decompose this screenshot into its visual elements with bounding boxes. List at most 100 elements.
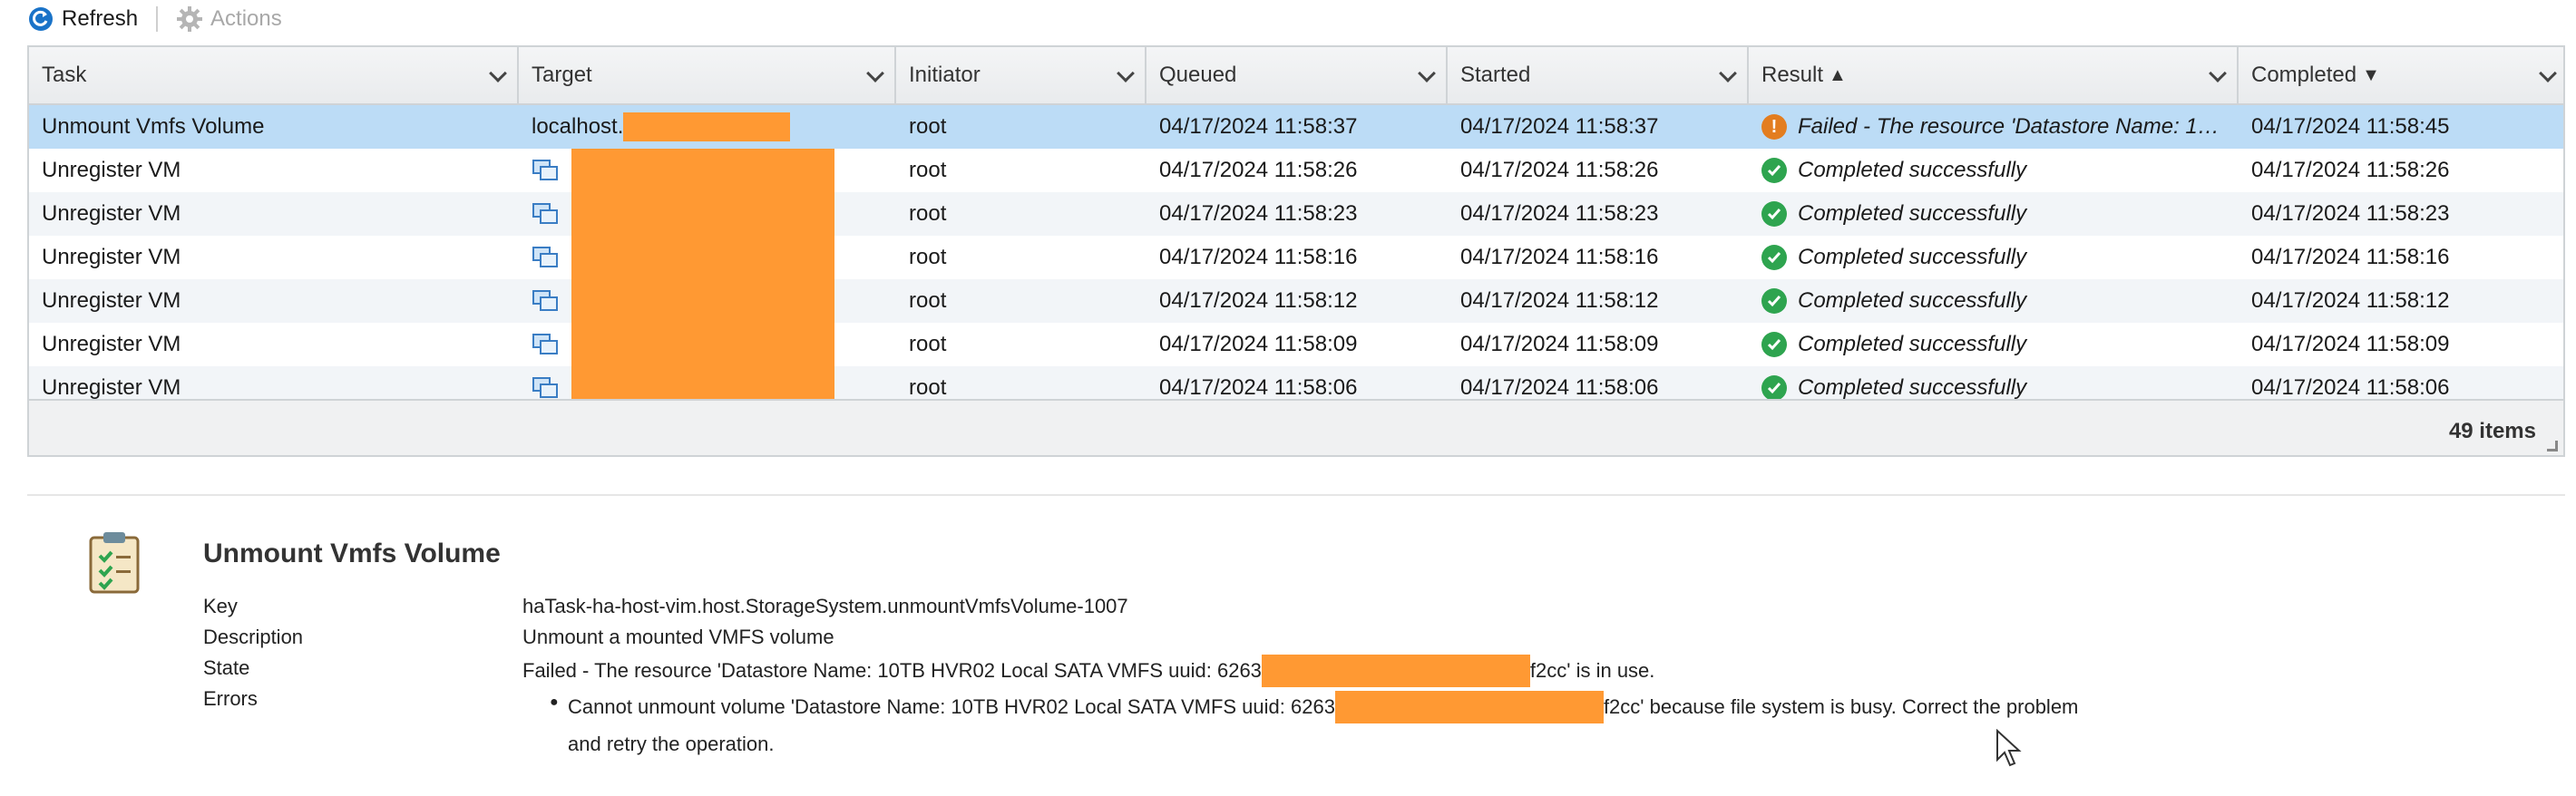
table-row[interactable]: Unregister VM root 04/17/2024 11:58:09 04/1… <box>29 323 2563 366</box>
column-header-started[interactable]: Started <box>1448 47 1749 103</box>
cell-queued: 04/17/2024 11:58:16 <box>1147 236 1448 279</box>
column-header-queued[interactable]: Queued <box>1147 47 1448 103</box>
result-text: Completed successfully <box>1798 375 2027 399</box>
redaction-block <box>571 323 834 366</box>
toolbar-separator <box>156 6 159 32</box>
started-text: 04/17/2024 11:58:12 <box>1460 288 1659 313</box>
success-check-icon <box>1761 158 1787 183</box>
cell-started: 04/17/2024 11:58:06 <box>1448 366 1749 399</box>
cell-initiator: root <box>896 279 1147 323</box>
cell-target <box>519 279 896 323</box>
resize-grip-icon[interactable] <box>2547 441 2558 451</box>
cell-started: 04/17/2024 11:58:16 <box>1448 236 1749 279</box>
chevron-down-icon[interactable] <box>866 64 884 83</box>
actions-button[interactable]: Actions <box>176 5 282 33</box>
redaction-block <box>571 149 834 192</box>
completed-text: 04/17/2024 11:58:45 <box>2251 114 2450 139</box>
queued-text: 04/17/2024 11:58:06 <box>1159 375 1358 399</box>
queued-text: 04/17/2024 11:58:12 <box>1159 288 1358 313</box>
column-header-label: Result <box>1761 63 1824 87</box>
chevron-down-icon[interactable] <box>2539 64 2557 83</box>
chevron-down-icon[interactable] <box>1117 64 1135 83</box>
sort-ascending-icon: ▲ <box>1829 64 1847 85</box>
success-check-icon <box>1761 201 1787 227</box>
cell-started: 04/17/2024 11:58:09 <box>1448 323 1749 366</box>
task-text: Unmount Vmfs Volume <box>42 114 265 139</box>
result-text: Completed successfully <box>1798 201 2027 226</box>
column-header-initiator[interactable]: Initiator <box>896 47 1147 103</box>
detail-key-label: Key <box>203 595 238 617</box>
cell-completed: 04/17/2024 11:58:12 <box>2239 279 2563 323</box>
table-row[interactable]: Unregister VM root 04/17/2024 11:58:06 04/1… <box>29 366 2563 399</box>
vm-icon <box>532 377 558 398</box>
detail-error-item: Cannot unmount volume 'Datastore Name: 1… <box>568 691 2078 723</box>
refresh-icon <box>29 7 53 31</box>
column-header-label: Completed <box>2251 63 2357 87</box>
cell-queued: 04/17/2024 11:58:09 <box>1147 323 1448 366</box>
result-text: Failed - The resource 'Datastore Name: 1… <box>1798 114 2220 139</box>
column-header-label: Queued <box>1159 63 1237 87</box>
cell-completed: 04/17/2024 11:58:26 <box>2239 149 2563 192</box>
detail-state-value: Failed - The resource 'Datastore Name: 1… <box>522 655 1654 687</box>
cell-task: Unregister VM <box>29 149 519 192</box>
success-check-icon <box>1761 245 1787 270</box>
table-row[interactable]: Unregister VM root 04/17/2024 11:58:16 04/1… <box>29 236 2563 279</box>
cell-initiator: root <box>896 323 1147 366</box>
cell-completed: 04/17/2024 11:58:23 <box>2239 192 2563 236</box>
initiator-text: root <box>909 375 947 399</box>
completed-text: 04/17/2024 11:58:09 <box>2251 332 2450 356</box>
task-text: Unregister VM <box>42 245 181 269</box>
started-text: 04/17/2024 11:58:23 <box>1460 201 1659 226</box>
initiator-text: root <box>909 245 947 269</box>
result-text: Completed successfully <box>1798 245 2027 269</box>
redaction-block <box>1334 691 1604 723</box>
cell-result: Completed successfully <box>1749 149 2239 192</box>
cell-result: ! Failed - The resource 'Datastore Name: … <box>1749 105 2239 149</box>
vm-icon <box>532 247 558 267</box>
redaction-block <box>623 112 791 141</box>
queued-text: 04/17/2024 11:58:09 <box>1159 332 1358 356</box>
table-row[interactable]: Unregister VM root 04/17/2024 11:58:26 04/1… <box>29 149 2563 192</box>
result-text: Completed successfully <box>1798 158 2027 182</box>
cell-initiator: root <box>896 149 1147 192</box>
redaction-block <box>571 192 834 236</box>
started-text: 04/17/2024 11:58:37 <box>1460 114 1659 139</box>
chevron-down-icon[interactable] <box>1418 64 1436 83</box>
cell-completed: 04/17/2024 11:58:16 <box>2239 236 2563 279</box>
queued-text: 04/17/2024 11:58:23 <box>1159 201 1358 226</box>
mouse-cursor-icon <box>1996 729 2022 767</box>
cell-task: Unregister VM <box>29 192 519 236</box>
column-header-target[interactable]: Target <box>519 47 896 103</box>
started-text: 04/17/2024 11:58:06 <box>1460 375 1659 399</box>
chevron-down-icon[interactable] <box>1719 64 1737 83</box>
chevron-down-icon[interactable] <box>489 64 507 83</box>
cell-started: 04/17/2024 11:58:12 <box>1448 279 1749 323</box>
cell-task: Unregister VM <box>29 366 519 399</box>
grid-body: Unmount Vmfs Volume localhost. root 04/17/2… <box>29 105 2563 399</box>
vm-icon <box>532 290 558 311</box>
grid-footer: 49 items <box>29 399 2563 455</box>
refresh-button[interactable]: Refresh <box>27 5 138 33</box>
sort-descending-icon: ▼ <box>2362 64 2380 85</box>
queued-text: 04/17/2024 11:58:16 <box>1159 245 1358 269</box>
column-header-completed[interactable]: Completed ▼ <box>2239 47 2563 103</box>
table-row[interactable]: Unmount Vmfs Volume localhost. root 04/17/2… <box>29 105 2563 149</box>
cell-initiator: root <box>896 236 1147 279</box>
column-header-task[interactable]: Task <box>29 47 519 103</box>
target-text[interactable]: localhost. <box>532 114 623 140</box>
column-header-result[interactable]: Result ▲ <box>1749 47 2239 103</box>
task-text: Unregister VM <box>42 332 181 356</box>
redaction-block <box>571 236 834 279</box>
table-row[interactable]: Unregister VM root 04/17/2024 11:58:23 04/1… <box>29 192 2563 236</box>
state-text-prefix: Failed - The resource 'Datastore Name: 1… <box>522 659 1262 682</box>
redaction-block <box>571 279 834 323</box>
column-header-label: Started <box>1460 63 1531 87</box>
table-row[interactable]: Unregister VM root 04/17/2024 11:58:12 04/1… <box>29 279 2563 323</box>
section-divider <box>27 494 2565 496</box>
cell-initiator: root <box>896 192 1147 236</box>
cell-target <box>519 366 896 399</box>
cell-completed: 04/17/2024 11:58:09 <box>2239 323 2563 366</box>
completed-text: 04/17/2024 11:58:16 <box>2251 245 2450 269</box>
cell-result: Completed successfully <box>1749 366 2239 399</box>
chevron-down-icon[interactable] <box>2209 64 2227 83</box>
